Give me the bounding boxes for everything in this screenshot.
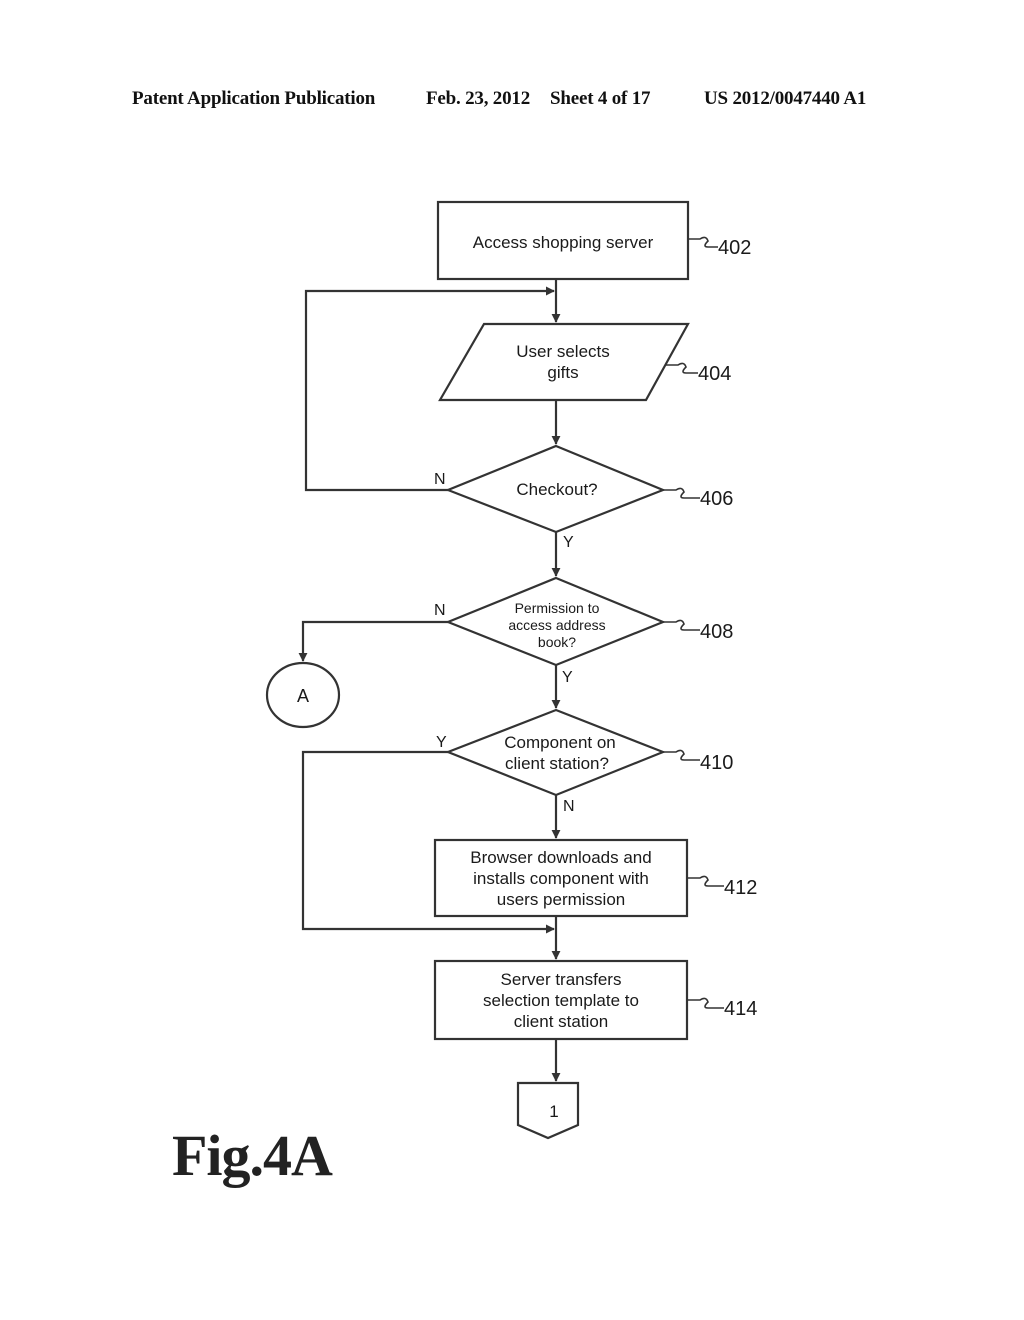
node-406-text: Checkout?: [516, 480, 597, 499]
ref-leader-404: [665, 362, 698, 374]
branch-label-410-y: Y: [436, 734, 447, 751]
io-box-404: [438, 322, 690, 402]
ref-leader-408: [663, 619, 700, 631]
decision-diamond-410: [444, 708, 666, 797]
ref-leader-412: [687, 875, 724, 887]
ref-leader-406: [663, 487, 700, 499]
ref-414: 414: [724, 998, 757, 1020]
figure-label: Fig.4A: [172, 1123, 333, 1188]
ref-402: 402: [718, 237, 751, 259]
branch-label-408-y: Y: [562, 669, 573, 686]
connector-a-text: A: [297, 686, 309, 706]
ref-leader-410: [663, 749, 700, 761]
branch-label-406-y: Y: [563, 534, 574, 551]
off-page-connector-1-text: 1: [549, 1102, 558, 1121]
node-402-text: Access shopping server: [473, 233, 654, 252]
node-412-text: Browser downloads and installs component …: [470, 848, 651, 909]
off-page-connector-1: [516, 1081, 580, 1140]
flowchart: Access shopping server User selects gifts…: [265, 200, 757, 1140]
ref-408: 408: [700, 621, 733, 643]
ref-404: 404: [698, 363, 731, 385]
ref-410: 410: [700, 752, 733, 774]
ref-406: 406: [700, 488, 733, 510]
branch-label-408-n: N: [434, 602, 446, 619]
edge-408-a: [298, 620, 448, 662]
ref-412: 412: [724, 877, 757, 899]
ref-leader-414: [687, 997, 724, 1009]
ref-leader-402: [688, 236, 718, 248]
branch-label-410-n: N: [563, 798, 575, 815]
branch-label-406-n: N: [434, 471, 446, 488]
